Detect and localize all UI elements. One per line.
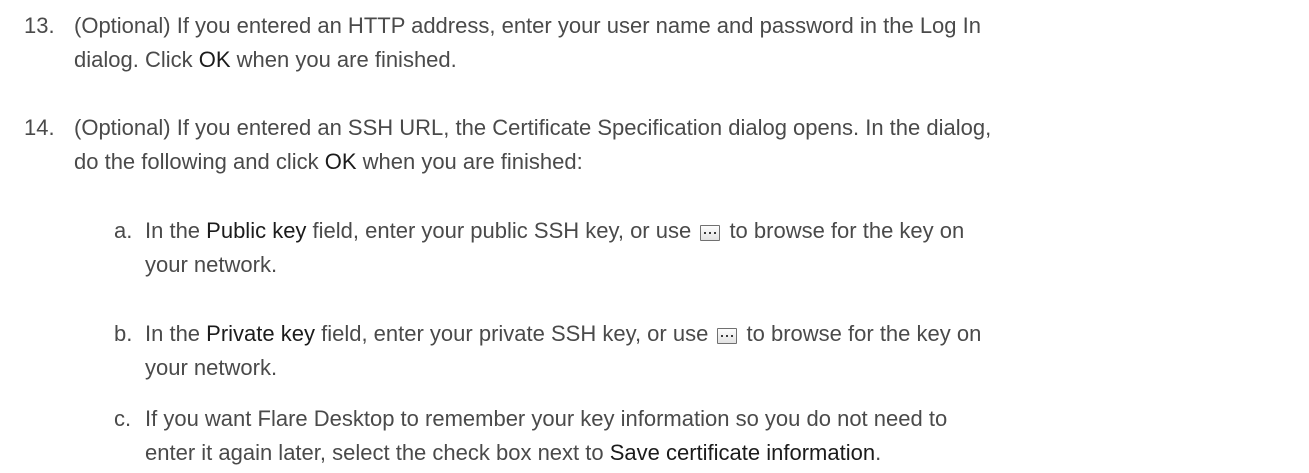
text-fragment: dialog. Click: [74, 47, 199, 72]
private-key-label: Private key: [206, 321, 315, 346]
text-fragment: enter it again later, select the check b…: [145, 440, 610, 465]
step-14: 14. (Optional) If you entered an SSH URL…: [24, 111, 1294, 179]
step-line: do the following and click OK when you a…: [74, 145, 1294, 179]
text-fragment: .: [875, 440, 882, 465]
instructions-document: 13. (Optional) If you entered an HTTP ad…: [0, 0, 1309, 473]
substep-b: b. In the Private key field, enter your …: [114, 317, 1294, 385]
substep-line: In the Public key field, enter your publ…: [145, 214, 1294, 248]
substep-line: In the Private key field, enter your pri…: [145, 317, 1294, 351]
step-text: (Optional) If you entered an HTTP addres…: [74, 9, 1294, 77]
step-line: dialog. Click OK when you are finished.: [74, 43, 1294, 77]
step-number: 14.: [24, 115, 55, 140]
text-fragment: In the: [145, 218, 207, 243]
text-fragment: when you are finished.: [230, 47, 457, 72]
substep-line: your network.: [145, 252, 278, 277]
substep-text: In the Public key field, enter your publ…: [145, 214, 1294, 282]
step-line: (Optional) If you entered an SSH URL, th…: [74, 115, 992, 140]
step-number: 13.: [24, 13, 55, 38]
text-fragment: to browse for the key on: [740, 321, 982, 346]
text-fragment: when you are finished:: [356, 149, 583, 174]
step-13: 13. (Optional) If you entered an HTTP ad…: [24, 9, 1294, 77]
substep-letter: c.: [114, 406, 132, 431]
substep-line: your network.: [145, 355, 278, 380]
substep-line: If you want Flare Desktop to remember yo…: [145, 406, 948, 431]
substep-line: enter it again later, select the check b…: [145, 436, 1294, 470]
text-fragment: field, enter your private SSH key, or us…: [314, 321, 715, 346]
substep-c: c. If you want Flare Desktop to remember…: [114, 402, 1294, 470]
step-line: (Optional) If you entered an HTTP addres…: [74, 13, 981, 38]
ok-label: OK: [324, 149, 357, 174]
save-certificate-label: Save certificate information: [609, 440, 876, 465]
ok-label: OK: [198, 47, 231, 72]
browse-ellipsis-icon: [717, 328, 738, 344]
text-fragment: do the following and click: [74, 149, 325, 174]
text-fragment: field, enter your public SSH key, or use: [306, 218, 698, 243]
public-key-label: Public key: [206, 218, 307, 243]
browse-ellipsis-icon: [700, 225, 721, 241]
substep-text: If you want Flare Desktop to remember yo…: [145, 402, 1294, 470]
step-text: (Optional) If you entered an SSH URL, th…: [74, 111, 1294, 179]
text-fragment: In the: [145, 321, 207, 346]
substep-letter: a.: [114, 218, 133, 243]
substep-letter: b.: [114, 321, 133, 346]
substep-text: In the Private key field, enter your pri…: [145, 317, 1294, 385]
text-fragment: to browse for the key on: [723, 218, 965, 243]
substep-a: a. In the Public key field, enter your p…: [114, 214, 1294, 282]
